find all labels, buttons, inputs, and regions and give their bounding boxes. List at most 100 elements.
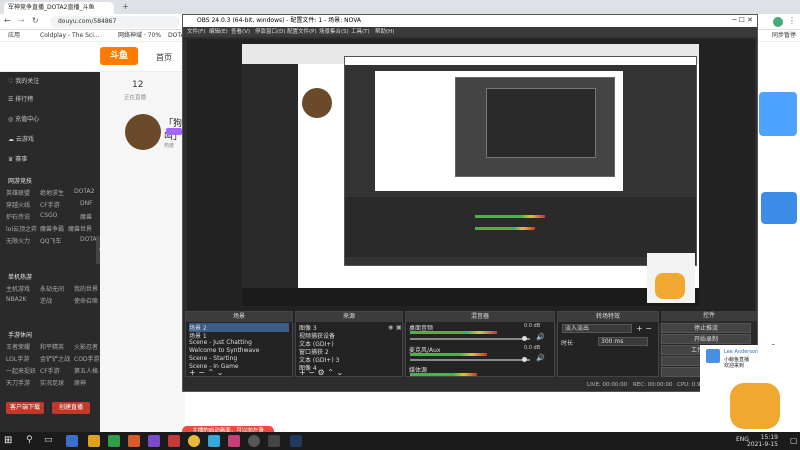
- app-icon[interactable]: [66, 435, 78, 447]
- streamer-avatar[interactable]: [125, 114, 161, 150]
- game-link[interactable]: lol云顶之弈: [6, 224, 37, 233]
- app-icon[interactable]: [128, 435, 140, 447]
- url-input[interactable]: douyu.com/584867: [50, 16, 180, 28]
- scene-toolbar[interactable]: + − ⌃ ⌄: [189, 368, 223, 377]
- game-link[interactable]: CF手游: [40, 200, 60, 209]
- transition-add-icon[interactable]: + −: [636, 324, 652, 333]
- game-link[interactable]: 主机游戏: [6, 284, 30, 293]
- sidebar-item-follow[interactable]: ♡ 我的关注: [8, 76, 39, 85]
- chrome-icon[interactable]: [188, 435, 200, 447]
- game-link[interactable]: 第五人格: [74, 366, 98, 375]
- game-link[interactable]: COD手游: [74, 354, 100, 363]
- game-link[interactable]: DOTA: [80, 236, 97, 243]
- scene-item[interactable]: Scene - Starting: [189, 355, 237, 362]
- game-link[interactable]: 绝地求生: [40, 188, 64, 197]
- transition-select[interactable]: 淡入淡出: [562, 324, 632, 333]
- game-link[interactable]: CSGO: [40, 212, 57, 219]
- bookmark-item[interactable]: Coldplay - The Sci...: [40, 30, 100, 42]
- menu-profile[interactable]: 配置文件(P): [287, 27, 317, 37]
- site-logo[interactable]: 斗鱼: [100, 47, 138, 65]
- bookmark-item[interactable]: 应用: [8, 30, 20, 42]
- window-controls[interactable]: ─ ☐ ✕: [732, 16, 753, 24]
- game-link[interactable]: 无限火力: [6, 236, 30, 245]
- game-link[interactable]: 天刀手游: [6, 378, 30, 387]
- reading-list[interactable]: 同步暂停: [772, 30, 796, 42]
- stop-streaming-button[interactable]: 停止推流: [661, 323, 751, 333]
- game-link[interactable]: 金铲铲之战: [40, 354, 70, 363]
- menu-scene-collection[interactable]: 场景集合(S): [319, 27, 349, 37]
- game-link[interactable]: 永劫无间: [40, 284, 64, 293]
- game-link[interactable]: 逆战: [40, 296, 52, 305]
- sidebar-item-esports[interactable]: ♛ 赛事: [8, 154, 27, 163]
- game-link[interactable]: NBA2K: [6, 296, 26, 303]
- game-link[interactable]: 英雄联盟: [6, 188, 30, 197]
- browser-tab[interactable]: 军神竞争直播_DOTA2直播_斗鱼: [4, 2, 114, 14]
- game-link[interactable]: DNF: [80, 200, 93, 207]
- volume-slider[interactable]: [410, 338, 530, 340]
- speaker-icon[interactable]: 🔊: [536, 354, 545, 362]
- menu-dock[interactable]: 停靠窗口(D): [255, 27, 286, 37]
- menu-view[interactable]: 查看(V): [231, 27, 250, 37]
- game-link[interactable]: 我的世界: [74, 284, 98, 293]
- app-icon[interactable]: [268, 435, 280, 447]
- game-link[interactable]: 魔兽争霸: [40, 224, 64, 233]
- menu-edit[interactable]: 编辑(E): [209, 27, 228, 37]
- bookmark-item[interactable]: 网络神域 · 70%: [118, 30, 161, 42]
- game-link[interactable]: DOTA2: [74, 188, 94, 195]
- back-icon[interactable]: ←: [4, 16, 11, 25]
- obs-icon[interactable]: [248, 435, 260, 447]
- reload-icon[interactable]: ↻: [32, 16, 39, 25]
- start-live-button[interactable]: 创建直播: [52, 402, 90, 414]
- sidebar-item-recharge[interactable]: ◎ 充值中心: [8, 114, 39, 123]
- menu-tools[interactable]: 工具(T): [351, 27, 370, 37]
- sidebar-item-rank[interactable]: ☰ 排行榜: [8, 94, 33, 103]
- transition-duration-input[interactable]: 300 ms: [598, 337, 648, 346]
- notifications-icon[interactable]: ▢: [790, 436, 798, 445]
- lock-icon[interactable]: ▣: [396, 324, 402, 331]
- new-tab-icon[interactable]: +: [122, 2, 129, 11]
- game-link[interactable]: 实况足球: [40, 378, 64, 387]
- game-link[interactable]: 穿越火线: [6, 200, 30, 209]
- steam-icon[interactable]: [290, 435, 302, 447]
- promo-banner[interactable]: [761, 192, 797, 224]
- forward-icon[interactable]: →: [18, 16, 25, 25]
- volume-slider[interactable]: [410, 359, 530, 361]
- source-toolbar[interactable]: + − ⚙ ⌃ ⌄: [299, 368, 343, 377]
- app-icon[interactable]: [228, 435, 240, 447]
- game-link[interactable]: 魔兽世界: [68, 224, 92, 233]
- scene-item[interactable]: Scene - Just Chatting: [189, 339, 252, 346]
- game-link[interactable]: LOL手游: [6, 354, 29, 363]
- promo-banner[interactable]: [759, 92, 797, 136]
- nav-home[interactable]: 首页: [156, 52, 172, 63]
- game-link[interactable]: 和平精英: [40, 342, 64, 351]
- menu-icon[interactable]: ⋮: [788, 16, 796, 25]
- game-link[interactable]: 火影忍者: [74, 342, 98, 351]
- folder-icon[interactable]: [88, 435, 100, 447]
- volume-knob[interactable]: [522, 336, 527, 341]
- scene-item[interactable]: Welcome to Synthwave: [189, 347, 259, 354]
- game-link[interactable]: CF手游: [40, 366, 60, 375]
- app-icon[interactable]: [168, 435, 180, 447]
- app-icon[interactable]: [108, 435, 120, 447]
- game-link[interactable]: 一起来捉妖: [6, 366, 36, 375]
- game-link[interactable]: 魔兽: [80, 212, 92, 221]
- start-recording-button[interactable]: 开始录制: [661, 334, 751, 344]
- game-link[interactable]: 使命召唤: [74, 296, 98, 305]
- obs-preview[interactable]: [187, 39, 755, 323]
- app-icon[interactable]: [208, 435, 220, 447]
- menu-file[interactable]: 文件(F): [187, 27, 205, 37]
- download-client-button[interactable]: 客户端下载: [6, 402, 44, 414]
- game-link[interactable]: 原神: [74, 378, 86, 387]
- speaker-icon[interactable]: 🔊: [536, 333, 545, 341]
- avatar[interactable]: [773, 17, 783, 27]
- game-link[interactable]: 王者荣耀: [6, 342, 30, 351]
- sidebar-item-cloud[interactable]: ☁ 云游戏: [8, 134, 34, 143]
- eye-icon[interactable]: ◉: [388, 324, 393, 331]
- task-view-icon[interactable]: ▭: [44, 435, 53, 445]
- app-icon[interactable]: [148, 435, 160, 447]
- windows-start-icon[interactable]: ⊞: [4, 435, 12, 447]
- clock[interactable]: 15:19 2021-9-15: [747, 434, 778, 448]
- search-icon[interactable]: ⚲: [26, 435, 33, 445]
- volume-knob[interactable]: [522, 357, 527, 362]
- game-link[interactable]: QQ飞车: [40, 236, 61, 245]
